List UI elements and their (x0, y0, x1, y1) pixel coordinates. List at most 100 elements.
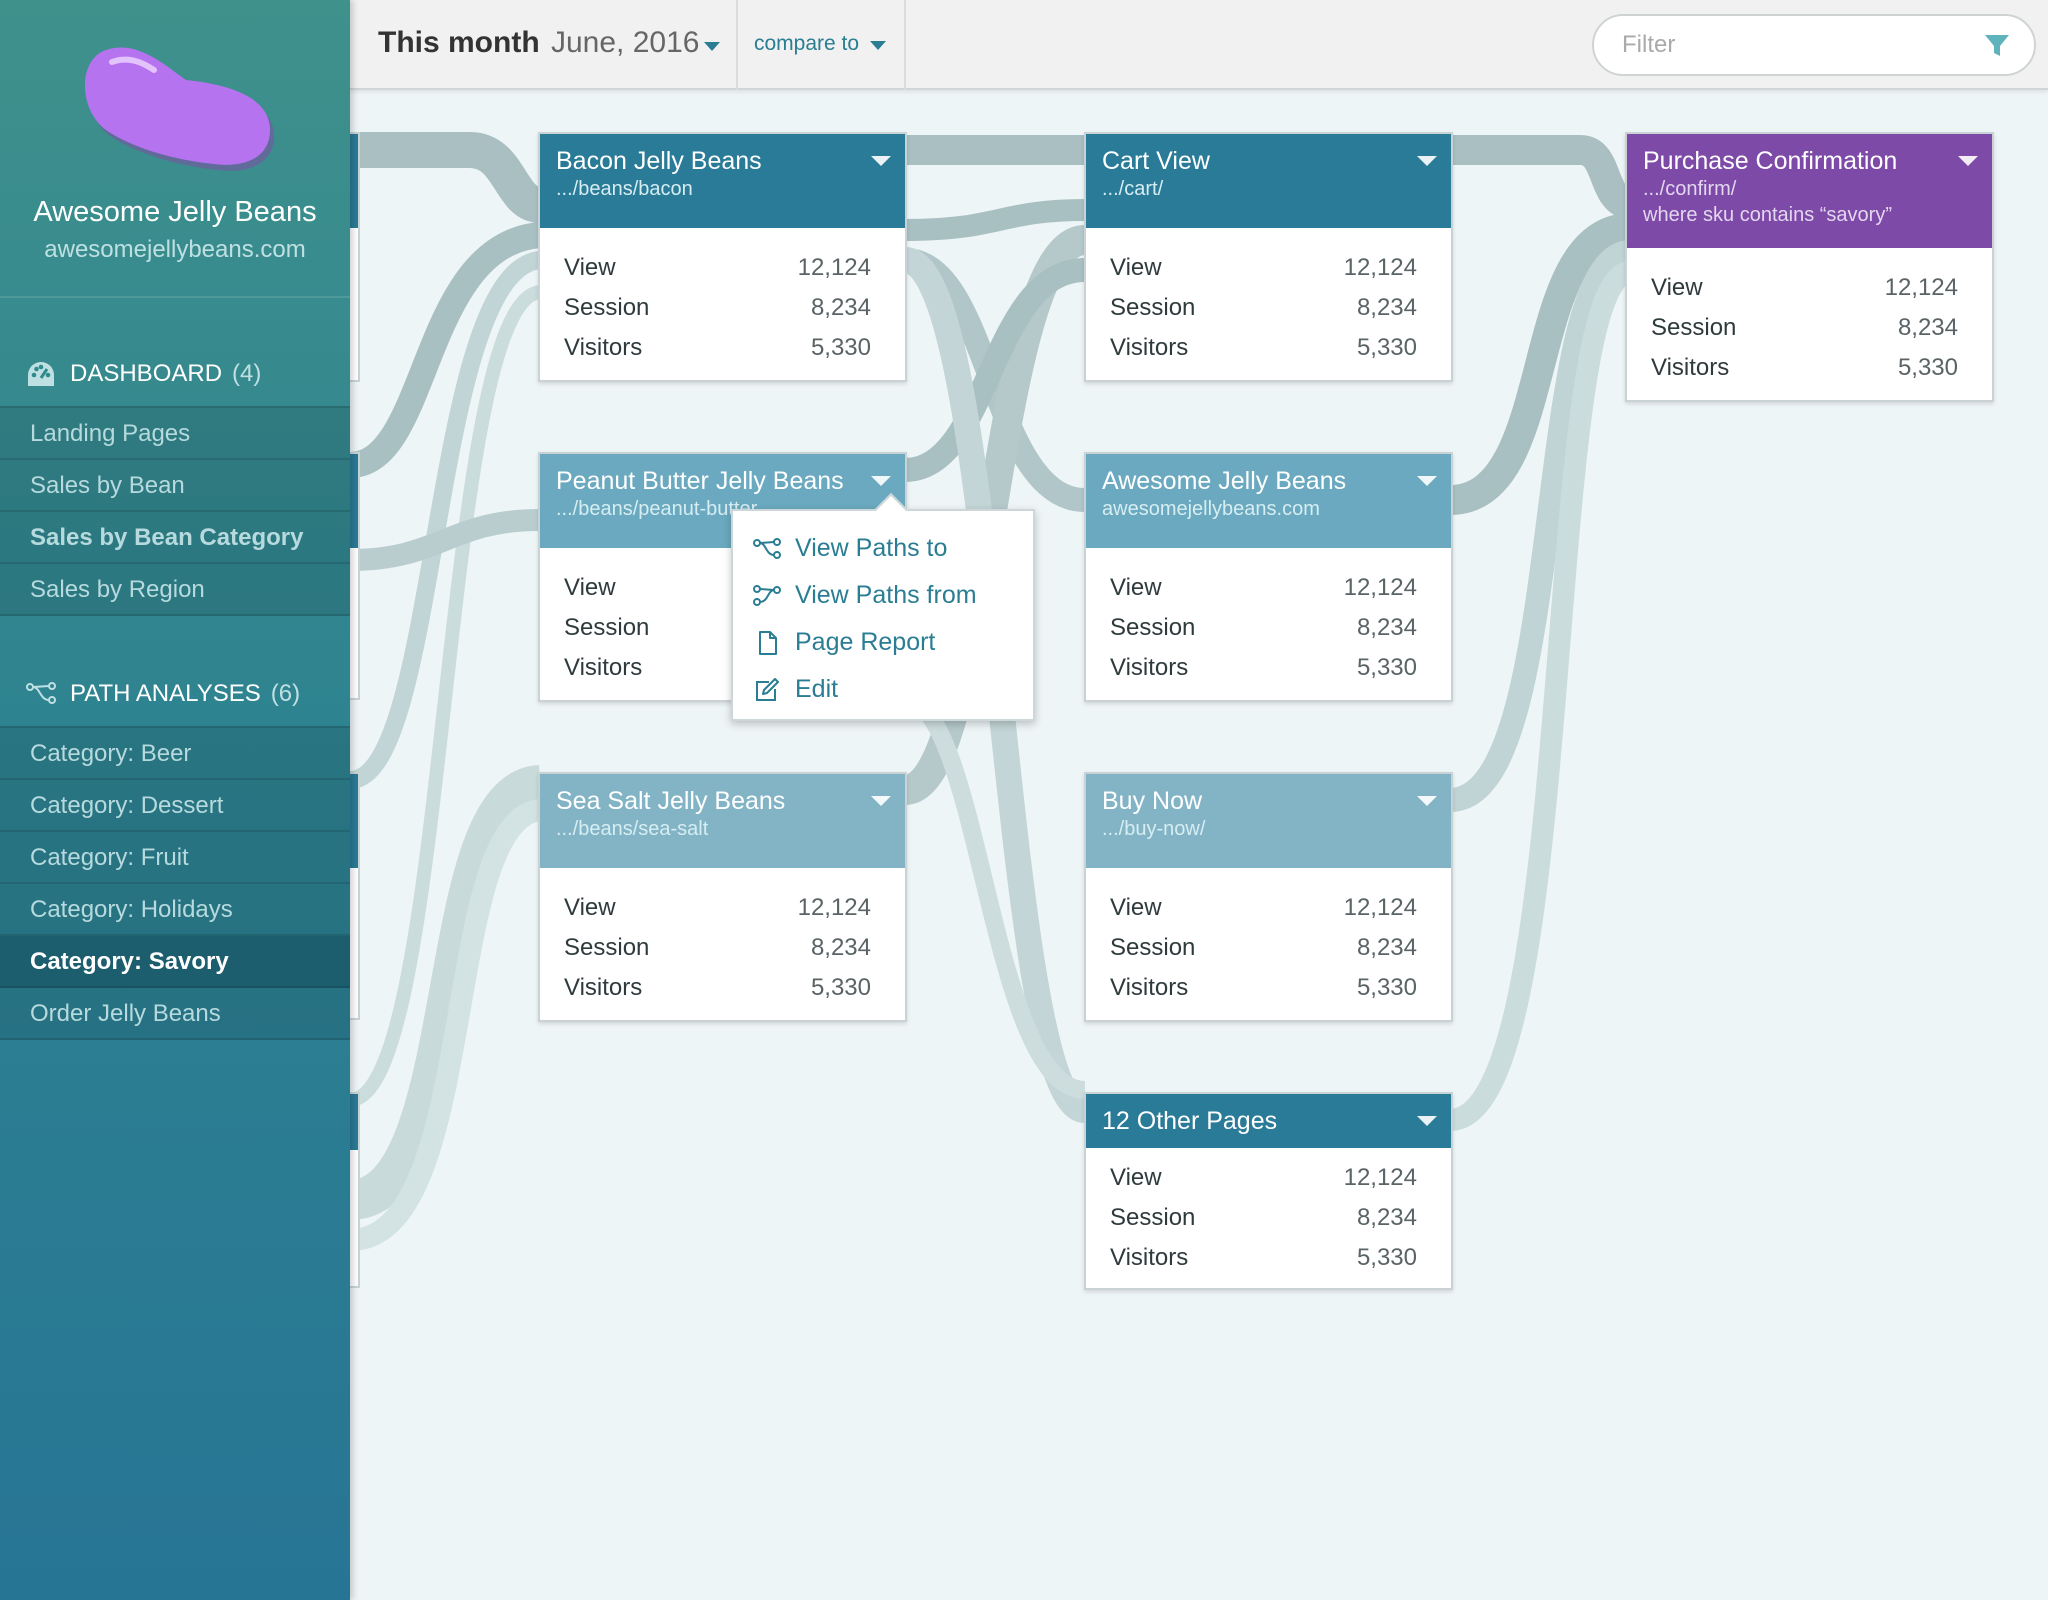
metric-label: View (1110, 1164, 1162, 1191)
dashboard-count: (4) (232, 360, 262, 387)
metric-row: View 12,124 (564, 888, 871, 928)
menu-item-view-paths-to[interactable]: View Paths to (733, 525, 1033, 572)
metric-label: Session (564, 934, 650, 961)
metric-row: Session 8,234 (1110, 288, 1417, 328)
metric-label: Visitors (1110, 334, 1189, 361)
menu-item-page-report[interactable]: Page Report (733, 619, 1033, 666)
card-menu-caret-icon[interactable] (1417, 1116, 1437, 1126)
app-url: awesomejellybeans.com (44, 236, 306, 263)
metric-row: View 12,124 (564, 248, 871, 288)
metric-label: Visitors (564, 334, 643, 361)
nav-item-sales-by-bean[interactable]: Sales by Bean (0, 460, 350, 512)
metric-label: View (1651, 274, 1703, 301)
top-separator (904, 0, 906, 90)
metric-label: View (564, 574, 616, 601)
dashboard-list: Landing Pages Sales by Bean Sales by Bea… (0, 406, 350, 616)
page-card-cart-view[interactable]: Cart View .../cart/ View 12,124 Session 8,… (1084, 132, 1453, 382)
nav-item-landing-pages[interactable]: Landing Pages (0, 408, 350, 460)
metric-value: 12,124 (1884, 274, 1958, 301)
card-url: .../cart/ (1102, 178, 1164, 200)
nav-item-category-dessert[interactable]: Category: Dessert (0, 780, 350, 832)
path-analyses-section-label: PATH ANALYSES (70, 680, 261, 707)
card-title: Bacon Jelly Beans (556, 147, 762, 175)
metric-row: Session 8,234 (1110, 608, 1417, 648)
metric-row: Visitors 5,330 (1110, 648, 1417, 688)
dashboard-section-header[interactable]: DASHBOARD (4) (0, 350, 350, 398)
page-card-buy-now[interactable]: Buy Now .../buy-now/ View 12,124 Session 8… (1084, 772, 1453, 1022)
metric-value: 8,234 (1897, 314, 1958, 341)
metric-value: 8,234 (1356, 294, 1417, 321)
card-url: .../beans/bacon (556, 178, 693, 200)
nav-item-sales-by-bean-category[interactable]: Sales by Bean Category (0, 512, 350, 564)
path-analyses-section-header[interactable]: PATH ANALYSES (6) (0, 670, 350, 718)
dashboard-gauge-icon (28, 362, 54, 386)
metric-row: Visitors 5,330 (1110, 328, 1417, 368)
page-card-bacon[interactable]: Bacon Jelly Beans .../beans/bacon View 12… (538, 132, 907, 382)
edit-icon (756, 677, 779, 701)
paths-from-icon (753, 584, 781, 606)
card-menu-caret-icon[interactable] (1958, 156, 1978, 166)
metric-value: 5,330 (1356, 654, 1417, 681)
page-card-sea-salt[interactable]: Sea Salt Jelly Beans .../beans/sea-salt … (538, 772, 907, 1022)
metric-row: Session 8,234 (1651, 308, 1958, 348)
filter-funnel-icon[interactable] (1984, 34, 2010, 58)
metric-row: Visitors 5,330 (1651, 348, 1958, 388)
metric-label: Visitors (564, 974, 643, 1001)
metric-label: Visitors (1651, 354, 1730, 381)
metric-row: View 12,124 (1110, 248, 1417, 288)
compare-dropdown-icon[interactable] (870, 41, 886, 50)
metric-row: Session 8,234 (564, 928, 871, 968)
card-menu-caret-icon[interactable] (1417, 796, 1437, 806)
document-icon (759, 630, 777, 655)
nav-item-order-jelly-beans[interactable]: Order Jelly Beans (0, 988, 350, 1040)
paths-to-icon (753, 537, 781, 559)
page-card-other-pages[interactable]: 12 Other Pages View 12,124 Session 8,234 V… (1084, 1092, 1453, 1290)
period-label: This month (378, 26, 540, 59)
menu-item-label: Edit (795, 675, 839, 703)
metric-value: 12,124 (1343, 894, 1417, 921)
compare-to-dropdown[interactable]: compare to (754, 32, 859, 56)
metric-value: 5,330 (1897, 354, 1958, 381)
metric-row: Visitors 5,330 (1110, 1238, 1417, 1278)
card-menu-caret-icon[interactable] (871, 156, 891, 166)
nav-item-sales-by-region[interactable]: Sales by Region (0, 564, 350, 616)
metric-label: Visitors (1110, 974, 1189, 1001)
filter-input[interactable] (1592, 14, 2036, 76)
card-menu-caret-icon[interactable] (871, 796, 891, 806)
path-analyses-list: Category: Beer Category: Dessert Categor… (0, 726, 350, 1040)
menu-item-view-paths-from[interactable]: View Paths from (733, 572, 1033, 619)
nav-item-category-holidays[interactable]: Category: Holidays (0, 884, 350, 936)
page-card-purchase-confirmation[interactable]: Purchase Confirmation .../confirm/ where… (1625, 132, 1994, 402)
metric-row: Session 8,234 (1110, 928, 1417, 968)
metric-label: View (1110, 574, 1162, 601)
card-title: Sea Salt Jelly Beans (556, 787, 786, 815)
card-menu-caret-icon[interactable] (871, 476, 891, 486)
metric-label: View (564, 254, 616, 281)
card-url: .../confirm/ (1643, 178, 1737, 200)
nav-item-category-savory[interactable]: Category: Savory (0, 936, 350, 988)
nav-item-category-beer[interactable]: Category: Beer (0, 728, 350, 780)
metric-row: View 12,124 (1651, 268, 1958, 308)
card-url: .../beans/sea-salt (556, 818, 709, 840)
metric-value: 8,234 (810, 294, 871, 321)
metric-value: 5,330 (810, 334, 871, 361)
period-dropdown-icon[interactable] (704, 42, 720, 51)
metric-value: 5,330 (1356, 334, 1417, 361)
metric-value: 12,124 (1343, 254, 1417, 281)
metric-label: View (564, 894, 616, 921)
card-menu-caret-icon[interactable] (1417, 156, 1437, 166)
card-title: 12 Other Pages (1102, 1107, 1278, 1135)
metric-row: Visitors 5,330 (564, 328, 871, 368)
metric-label: Session (1110, 1204, 1196, 1231)
nav-item-category-fruit[interactable]: Category: Fruit (0, 832, 350, 884)
menu-item-edit[interactable]: Edit (733, 666, 1033, 713)
metric-label: Session (1110, 294, 1196, 321)
card-menu-caret-icon[interactable] (1417, 476, 1437, 486)
metric-label: View (1110, 254, 1162, 281)
card-filter-condition: where sku contains “savory” (1643, 204, 1892, 226)
page-card-awesome-jelly-beans[interactable]: Awesome Jelly Beans awesomejellybeans.co… (1084, 452, 1453, 702)
metric-row: Session 8,234 (564, 288, 871, 328)
metric-label: Session (1110, 934, 1196, 961)
period-date-selector[interactable]: June, 2016 (551, 26, 699, 60)
metric-label: Session (1110, 614, 1196, 641)
